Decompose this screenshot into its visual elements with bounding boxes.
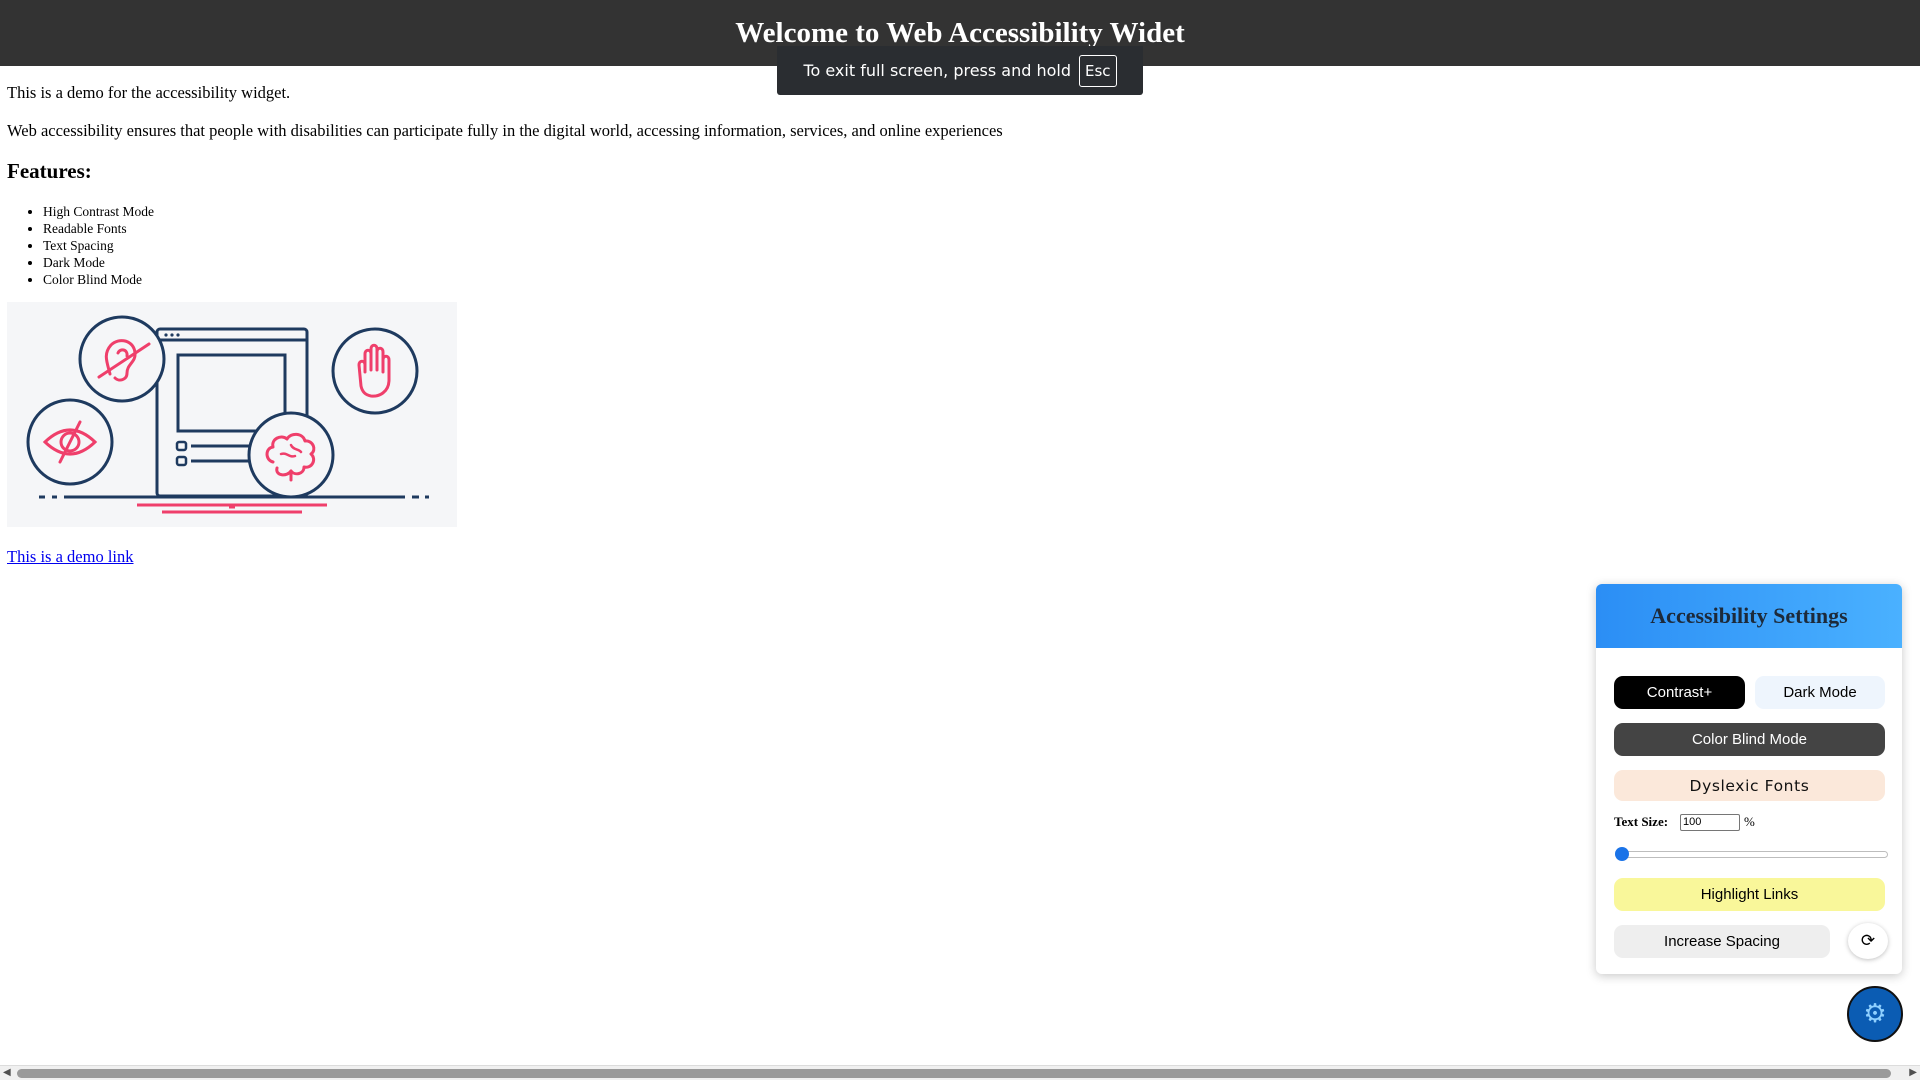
demo-link[interactable]: This is a demo link: [7, 547, 134, 567]
panel-header: Accessibility Settings: [1596, 584, 1902, 648]
features-heading: Features:: [7, 159, 92, 183]
highlight-links-button[interactable]: Highlight Links: [1614, 878, 1885, 911]
fullscreen-notice-text: To exit full screen, press and hold: [803, 61, 1072, 80]
accessibility-illustration: [7, 302, 457, 527]
increase-spacing-button[interactable]: Increase Spacing: [1614, 925, 1830, 958]
reset-button[interactable]: ⟳: [1848, 923, 1888, 959]
brain-icon: [247, 411, 335, 499]
page: Welcome to Web Accessibility Widet To ex…: [0, 0, 1920, 1080]
list-item: Readable Fonts: [43, 220, 154, 237]
text-size-unit: %: [1744, 814, 1755, 829]
color-blind-mode-button[interactable]: Color Blind Mode: [1614, 723, 1885, 756]
scroll-right-icon[interactable]: ▶: [1909, 1067, 1917, 1078]
visually-impaired-icon: [26, 398, 114, 486]
contrast-button[interactable]: Contrast+: [1614, 676, 1745, 709]
list-item: Color Blind Mode: [43, 271, 154, 288]
hearing-impaired-icon: [78, 315, 166, 403]
reset-icon: ⟳: [1860, 931, 1876, 950]
text-size-input[interactable]: [1680, 813, 1741, 831]
scroll-left-icon[interactable]: ◀: [3, 1067, 11, 1078]
description-text: Web accessibility ensures that people wi…: [7, 121, 1003, 140]
page-title: Welcome to Web Accessibility Widet: [735, 16, 1185, 49]
fullscreen-exit-notice: To exit full screen, press and hold Esc: [777, 46, 1143, 95]
dark-mode-button[interactable]: Dark Mode: [1755, 676, 1885, 709]
features-list: High Contrast Mode Readable Fonts Text S…: [7, 203, 154, 288]
accessibility-illustration-svg: [26, 315, 429, 514]
dyslexic-fonts-button[interactable]: Dyslexic Fonts: [1614, 770, 1885, 801]
baseline-decoration: [39, 495, 429, 514]
accessibility-settings-panel: Accessibility Settings Contrast+ Dark Mo…: [1596, 584, 1902, 974]
accessibility-toggle-button[interactable]: ⚙: [1847, 986, 1903, 1042]
hand-icon: [331, 327, 419, 415]
intro-text: This is a demo for the accessibility wid…: [7, 83, 291, 102]
text-size-slider[interactable]: [1620, 851, 1888, 858]
text-size-label: Text Size:: [1614, 814, 1669, 829]
horizontal-scrollbar-thumb[interactable]: [17, 1069, 1891, 1078]
panel-title: Accessibility Settings: [1650, 603, 1848, 628]
text-size-slider-thumb[interactable]: [1615, 847, 1629, 861]
text-size-row: Text Size: %: [1614, 812, 1755, 832]
esc-key-hint: Esc: [1079, 54, 1117, 87]
list-item: Text Spacing: [43, 237, 154, 254]
horizontal-scrollbar[interactable]: ◀ ▶: [0, 1065, 1920, 1080]
list-item: Dark Mode: [43, 254, 154, 271]
list-item: High Contrast Mode: [43, 203, 154, 220]
gear-icon: ⚙: [1863, 999, 1887, 1029]
